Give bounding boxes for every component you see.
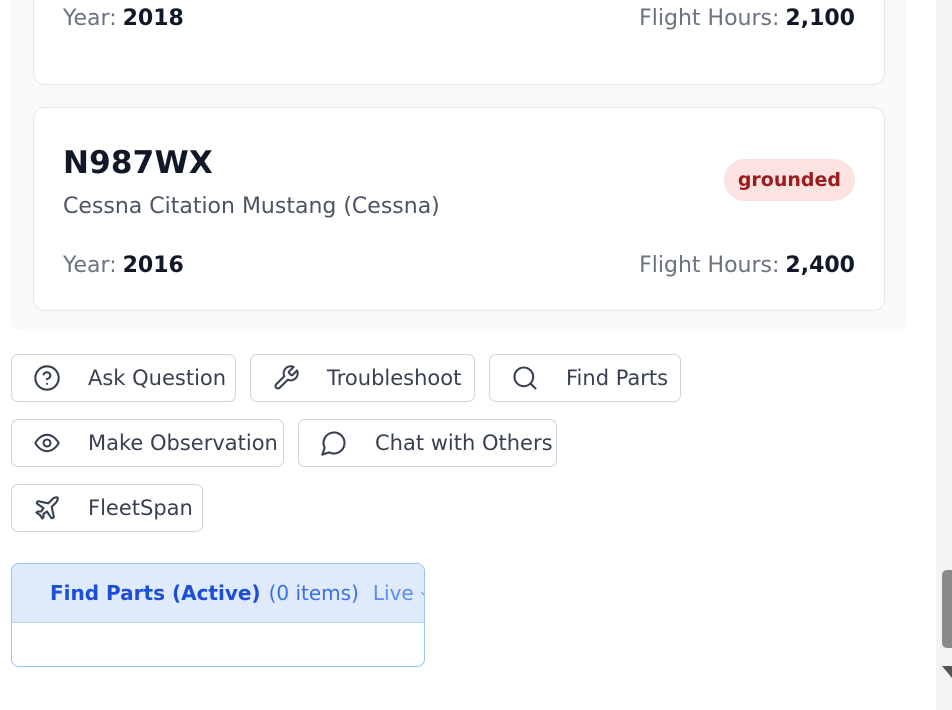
flight-hours-label: Flight Hours:	[639, 253, 780, 278]
fleetspan-label: FleetSpan	[88, 496, 193, 520]
flight-hours-value: 2,100	[785, 6, 855, 31]
chat-with-others-label: Chat with Others	[375, 431, 553, 455]
active-tool-panel: Find Parts (Active) (0 items) Live	[11, 563, 425, 667]
wrench-icon	[272, 364, 300, 392]
aircraft-flight-hours: Flight Hours: 2,100	[639, 6, 855, 31]
active-tool-item-count: (0 items)	[268, 581, 359, 605]
year-label: Year:	[63, 253, 117, 278]
make-observation-label: Make Observation	[88, 431, 278, 455]
live-toggle[interactable]: Live	[373, 581, 414, 605]
help-circle-icon	[33, 364, 61, 392]
eye-icon	[33, 429, 61, 457]
aircraft-year: Year: 2016	[63, 253, 184, 278]
scroll-down-arrow-icon[interactable]	[942, 666, 952, 678]
message-circle-icon	[320, 429, 348, 457]
scrollbar-thumb[interactable]	[942, 570, 952, 648]
make-observation-button[interactable]: Make Observation	[11, 419, 284, 467]
chat-with-others-button[interactable]: Chat with Others	[298, 419, 557, 467]
plane-icon	[33, 494, 61, 522]
flight-hours-label: Flight Hours:	[639, 6, 780, 31]
aircraft-model: Cessna Citation Mustang (Cessna)	[63, 194, 440, 219]
chevron-down-icon[interactable]	[418, 586, 424, 600]
search-icon	[511, 364, 539, 392]
active-tool-title: Find Parts (Active)	[50, 581, 261, 605]
aircraft-card[interactable]: Year: 2018 Flight Hours: 2,100	[33, 0, 885, 85]
year-value: 2018	[122, 6, 184, 31]
year-value: 2016	[122, 253, 184, 278]
aircraft-flight-hours: Flight Hours: 2,400	[639, 253, 855, 278]
aircraft-tail-number: N987WX	[63, 145, 213, 181]
ask-question-button[interactable]: Ask Question	[11, 354, 236, 402]
year-label: Year:	[63, 6, 117, 31]
active-tool-header[interactable]: Find Parts (Active) (0 items) Live	[12, 564, 424, 623]
find-parts-button[interactable]: Find Parts	[489, 354, 681, 402]
fleet-aircraft-list: Year: 2018 Flight Hours: 2,100 N987WX Cess…	[11, 0, 907, 331]
ask-question-label: Ask Question	[88, 366, 227, 390]
status-badge: grounded	[723, 159, 855, 201]
find-parts-label: Find Parts	[566, 366, 669, 390]
aircraft-year: Year: 2018	[63, 6, 184, 31]
fleetspan-button[interactable]: FleetSpan	[11, 484, 203, 532]
troubleshoot-label: Troubleshoot	[327, 366, 462, 390]
aircraft-card[interactable]: N987WX Cessna Citation Mustang (Cessna) …	[33, 107, 885, 311]
flight-hours-value: 2,400	[785, 253, 855, 278]
troubleshoot-button[interactable]: Troubleshoot	[250, 354, 475, 402]
active-tool-body	[12, 623, 424, 666]
